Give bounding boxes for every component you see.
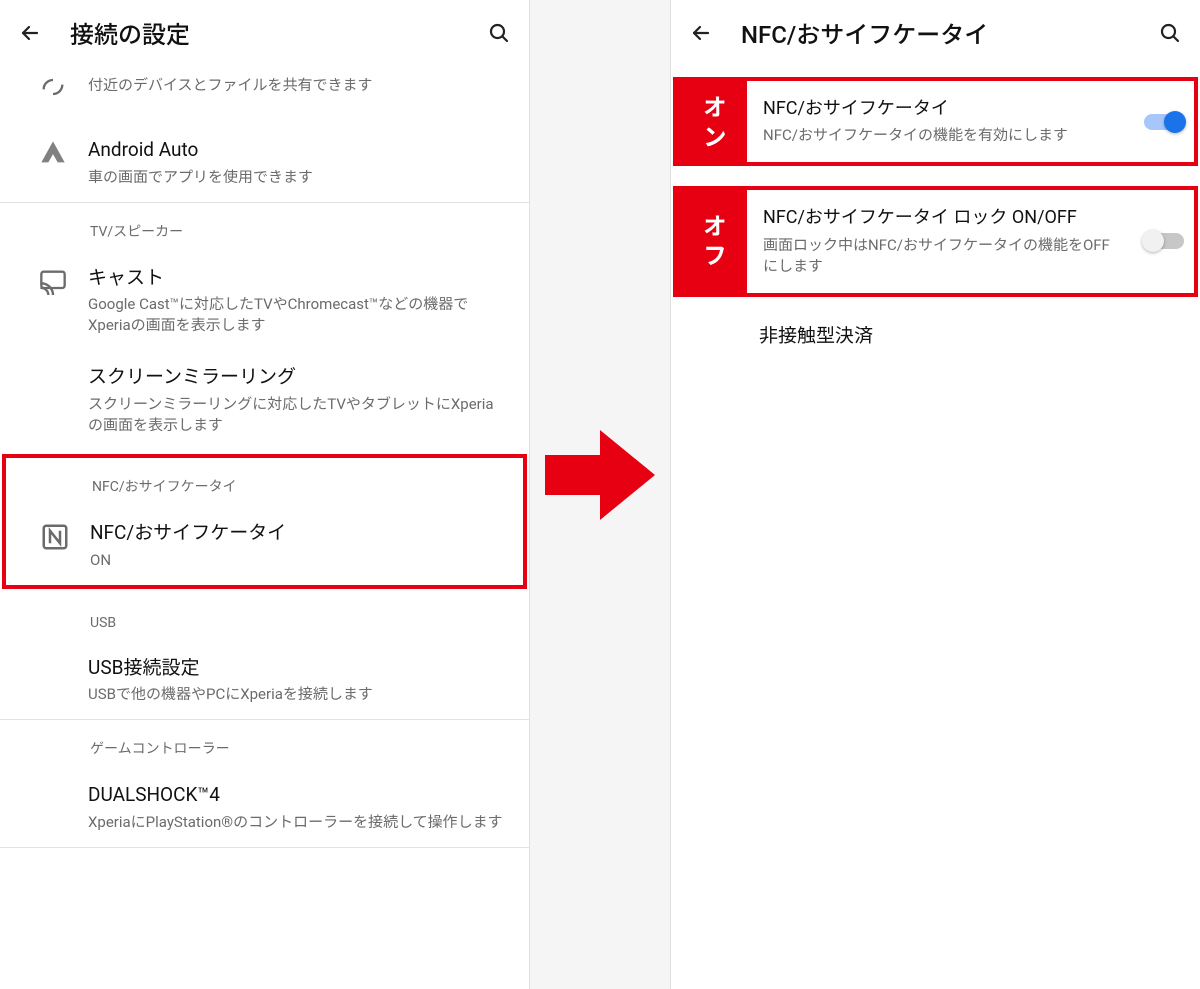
- row-sub: 車の画面でアプリを使用できます: [88, 167, 507, 188]
- row-usb[interactable]: USB接続設定 USBで他の機器やPCにXperiaを接続します: [0, 641, 529, 720]
- row-cast[interactable]: キャスト Google Cast™に対応したTVやChromecast™などの機…: [0, 251, 529, 351]
- section-usb: USB: [0, 589, 529, 641]
- row-nfc[interactable]: NFC/おサイフケータイ ON: [6, 506, 523, 585]
- arrow-annotation: [540, 420, 660, 530]
- toggle-nfc-enable[interactable]: [1144, 114, 1184, 130]
- divider: [0, 847, 529, 848]
- back-button[interactable]: [687, 19, 715, 47]
- row-title: USB接続設定: [88, 655, 507, 681]
- row-sub: 付近のデバイスとファイルを共有できます: [88, 75, 507, 96]
- row-sub: Google Cast™に対応したTVやChromecast™などの機器でXpe…: [88, 294, 507, 336]
- search-icon: [1158, 21, 1182, 45]
- badge-on: オン: [677, 81, 747, 162]
- android-auto-icon: [39, 139, 67, 167]
- highlight-nfc-enable: オン NFC/おサイフケータイ NFC/おサイフケータイの機能を有効にします: [673, 77, 1198, 166]
- row-sub: スクリーンミラーリングに対応したTVやタブレットにXperiaの画面を表示します: [88, 394, 507, 436]
- row-title: NFC/おサイフケータイ ロック ON/OFF: [763, 206, 1122, 230]
- arrow-back-icon: [18, 21, 42, 45]
- toggle-nfc-lock[interactable]: [1144, 233, 1184, 249]
- row-title: Android Auto: [88, 137, 507, 163]
- row-sub: NFC/おサイフケータイの機能を有効にします: [763, 125, 1122, 146]
- badge-off: オフ: [677, 190, 747, 292]
- highlight-nfc-lock: オフ NFC/おサイフケータイ ロック ON/OFF 画面ロック中はNFC/おサ…: [673, 186, 1198, 296]
- row-sub: USBで他の機器やPCにXperiaを接続します: [88, 684, 507, 705]
- search-button[interactable]: [1156, 19, 1184, 47]
- row-dualshock[interactable]: DUALSHOCK™4 XperiaにPlayStation®のコントローラーを…: [0, 768, 529, 847]
- row-nfc-lock[interactable]: オフ NFC/おサイフケータイ ロック ON/OFF 画面ロック中はNFC/おサ…: [677, 190, 1194, 292]
- search-icon: [487, 21, 511, 45]
- row-title: DUALSHOCK™4: [88, 782, 507, 808]
- row-title: NFC/おサイフケータイ: [763, 97, 1122, 121]
- cast-icon: [39, 267, 67, 295]
- section-game-controller: ゲームコントローラー: [0, 720, 529, 768]
- row-sub: XperiaにPlayStation®のコントローラーを接続して操作します: [88, 812, 507, 833]
- row-sub: 画面ロック中はNFC/おサイフケータイの機能をOFFにします: [763, 235, 1122, 277]
- phone-left: 接続の設定 付近のデバイスとファイルを共有できます Android Auto 車…: [0, 0, 530, 989]
- row-nearby-share[interactable]: 付近のデバイスとファイルを共有できます: [0, 65, 529, 115]
- row-title: スクリーンミラーリング: [88, 364, 507, 390]
- search-button[interactable]: [485, 19, 513, 47]
- row-title: キャスト: [88, 265, 507, 291]
- row-nfc-enable[interactable]: オン NFC/おサイフケータイ NFC/おサイフケータイの機能を有効にします: [677, 81, 1194, 162]
- highlight-nfc-section: NFC/おサイフケータイ NFC/おサイフケータイ ON: [2, 454, 527, 589]
- arrow-back-icon: [689, 21, 713, 45]
- arrow-right-icon: [540, 420, 660, 530]
- appbar-left: 接続の設定: [0, 0, 529, 65]
- nfc-icon: [40, 522, 70, 552]
- section-tv-speaker: TV/スピーカー: [0, 203, 529, 251]
- appbar-right: NFC/おサイフケータイ: [671, 0, 1200, 65]
- row-screen-mirroring[interactable]: スクリーンミラーリング スクリーンミラーリングに対応したTVやタブレットにXpe…: [0, 350, 529, 450]
- appbar-title: 接続の設定: [44, 15, 485, 50]
- phone-right: NFC/おサイフケータイ オン NFC/おサイフケータイ NFC/おサイフケータ…: [670, 0, 1200, 989]
- row-title: 非接触型決済: [759, 323, 1178, 349]
- row-contactless-payment[interactable]: 非接触型決済: [671, 297, 1200, 365]
- row-android-auto[interactable]: Android Auto 車の画面でアプリを使用できます: [0, 115, 529, 202]
- row-sub: ON: [90, 550, 501, 571]
- section-nfc: NFC/おサイフケータイ: [6, 458, 523, 506]
- appbar-title: NFC/おサイフケータイ: [715, 15, 1156, 50]
- back-button[interactable]: [16, 19, 44, 47]
- nearby-share-icon: [39, 73, 67, 101]
- row-title: NFC/おサイフケータイ: [90, 520, 501, 546]
